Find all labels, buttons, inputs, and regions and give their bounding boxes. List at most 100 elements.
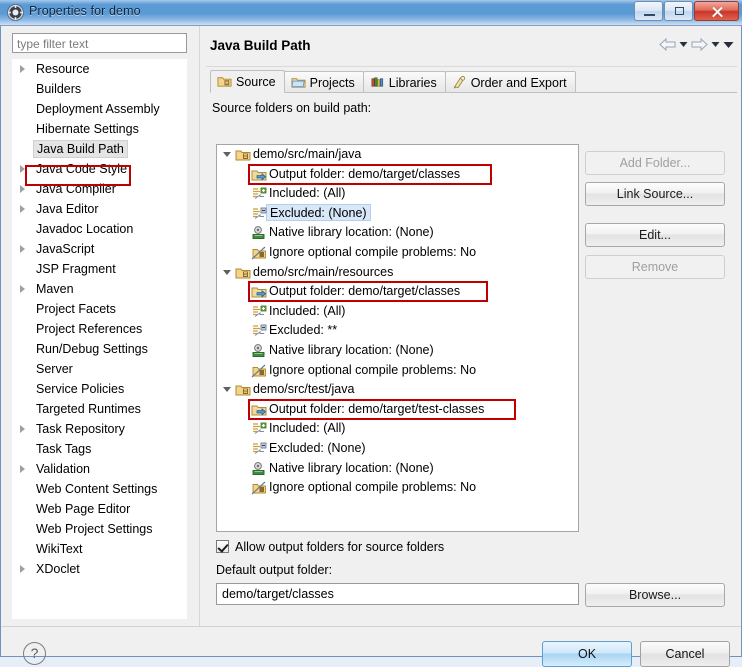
close-button[interactable] [694,1,739,21]
tab-libraries[interactable]: Libraries [362,71,446,93]
dialog-body: type filter text Resource Builders Deploym… [0,26,742,667]
source-attribute-row[interactable]: Output folder: demo/target/classes [217,165,578,185]
footer-divider [1,626,741,627]
sidebar-item-web-project-settings[interactable]: Web Project Settings [12,519,187,539]
chevron-right-icon[interactable] [20,285,25,293]
source-folder-row[interactable]: demo/src/test/java [217,380,578,400]
source-folders-tree[interactable]: demo/src/main/java Output folder: demo/ta… [216,144,579,532]
tree-item-label: Output folder: demo/target/classes [269,166,461,181]
source-attribute-row[interactable]: Ignore optional compile problems: No [217,478,578,498]
tab-label: Source [236,74,276,89]
sidebar-item-service-policies[interactable]: Service Policies [12,379,187,399]
sidebar-item-web-page-editor[interactable]: Web Page Editor [12,499,187,519]
source-attribute-row[interactable]: Ignore optional compile problems: No [217,243,578,263]
chevron-right-icon[interactable] [20,465,25,473]
sidebar-item-run-debug-settings[interactable]: Run/Debug Settings [12,339,187,359]
inclusion-filter-icon [253,305,267,317]
chevron-down-icon[interactable] [223,269,231,275]
forward-arrow-icon[interactable] [691,38,708,51]
chevron-down-icon[interactable] [223,152,231,157]
chevron-right-icon[interactable] [20,245,25,253]
allow-output-folders-checkbox[interactable]: Allow output folders for source folders [216,540,444,556]
source-attribute-row[interactable]: Excluded: (None) [217,439,578,459]
tab-strip[interactable]: Source Projects Libraries Order and Export [210,70,576,93]
sidebar-item-builders[interactable]: Builders [12,79,187,99]
source-attribute-row[interactable]: Output folder: demo/target/test-classes [217,400,578,420]
sidebar-item-java-build-path[interactable]: Java Build Path [12,139,187,159]
sidebar-item-task-repository[interactable]: Task Repository [12,419,187,439]
inclusion-filter-icon [253,187,267,200]
view-menu-icon[interactable] [723,41,734,49]
minimize-button[interactable] [634,1,663,21]
native-library-icon [252,461,265,475]
add-folder-button[interactable]: Add Folder... [585,151,725,175]
sidebar-item-label: Targeted Runtimes [36,402,141,416]
sidebar-item-validation[interactable]: Validation [12,459,187,479]
sidebar-item-xdoclet[interactable]: XDoclet [12,559,187,579]
sidebar-item-web-content-settings[interactable]: Web Content Settings [12,479,187,499]
forward-dropdown-icon[interactable] [711,41,720,48]
chevron-down-icon[interactable] [223,387,231,393]
source-attribute-row[interactable]: Included: (All) [217,419,578,439]
sidebar-item-java-editor[interactable]: Java Editor [12,199,187,219]
chevron-right-icon[interactable] [20,425,25,433]
chevron-right-icon[interactable] [20,65,25,73]
sidebar-item-project-references[interactable]: Project References [12,319,187,339]
sidebar-item-resource[interactable]: Resource [12,59,187,79]
chevron-right-icon[interactable] [20,185,25,193]
source-attribute-row[interactable]: Native library location: (None) [217,341,578,361]
tree-item-label: Ignore optional compile problems: No [269,244,477,259]
sidebar-item-jsp-fragment[interactable]: JSP Fragment [12,259,187,279]
back-arrow-icon[interactable] [659,38,676,51]
tab-source[interactable]: Source [210,70,285,93]
sidebar-item-label: Web Page Editor [36,502,131,516]
settings-gear-icon [7,4,24,21]
filter-input[interactable]: type filter text [12,33,187,53]
sidebar-item-label: Task Tags [36,442,92,456]
sidebar-item-maven[interactable]: Maven [12,279,187,299]
source-folder-row[interactable]: demo/src/main/resources [217,263,578,283]
sidebar-item-task-tags[interactable]: Task Tags [12,439,187,459]
sidebar-item-wikitext[interactable]: WikiText [12,539,187,559]
sidebar-item-project-facets[interactable]: Project Facets [12,299,187,319]
source-folder-row[interactable]: demo/src/main/java [217,145,578,165]
sidebar-item-javadoc-location[interactable]: Javadoc Location [12,219,187,239]
tab-projects[interactable]: Projects [283,71,364,93]
sidebar-item-server[interactable]: Server [12,359,187,379]
tree-item-label: Excluded: (None) [266,203,371,221]
tree-item-label: Included: (All) [269,186,346,201]
source-attribute-row[interactable]: Included: (All) [217,184,578,204]
sidebar-item-hibernate-settings[interactable]: Hibernate Settings [12,119,187,139]
tab-label: Libraries [388,75,437,90]
sidebar-item-targeted-runtimes[interactable]: Targeted Runtimes [12,399,187,419]
tab-order-and-export[interactable]: Order and Export [444,71,576,93]
browse-button[interactable]: Browse... [585,583,725,607]
chevron-right-icon[interactable] [20,565,25,573]
remove-button[interactable]: Remove [585,255,725,279]
source-attribute-row[interactable]: Included: (All) [217,302,578,322]
chevron-right-icon[interactable] [20,205,25,213]
source-attribute-row[interactable]: Ignore optional compile problems: No [217,361,578,381]
sidebar-item-java-compiler[interactable]: Java Compiler [12,179,187,199]
cancel-button[interactable]: Cancel [640,641,730,667]
source-attribute-row[interactable]: Excluded: ** [217,321,578,341]
chevron-right-icon[interactable] [20,165,25,173]
source-attribute-row[interactable]: Native library location: (None) [217,223,578,243]
source-attribute-row[interactable]: Native library location: (None) [217,459,578,479]
sidebar-item-java-code-style[interactable]: Java Code Style [12,159,187,179]
edit-button[interactable]: Edit... [585,223,725,247]
source-attribute-row[interactable]: Excluded: (None) [217,203,578,224]
source-attribute-row[interactable]: Output folder: demo/target/classes [217,282,578,302]
sidebar-item-label: Resource [36,62,90,76]
tab-underline [210,92,737,93]
link-source-button[interactable]: Link Source... [585,182,725,206]
help-icon[interactable]: ? [23,642,46,665]
sidebar-item-deployment-assembly[interactable]: Deployment Assembly [12,99,187,119]
settings-tree[interactable]: Resource Builders Deployment Assembly Hiber… [12,59,187,619]
default-output-folder-input[interactable]: demo/target/classes [216,583,579,605]
ok-button[interactable]: OK [542,641,632,667]
sidebar-item-javascript[interactable]: JavaScript [12,239,187,259]
back-dropdown-icon[interactable] [679,41,688,48]
output-folder-icon [251,405,267,416]
maximize-button[interactable] [664,1,693,21]
